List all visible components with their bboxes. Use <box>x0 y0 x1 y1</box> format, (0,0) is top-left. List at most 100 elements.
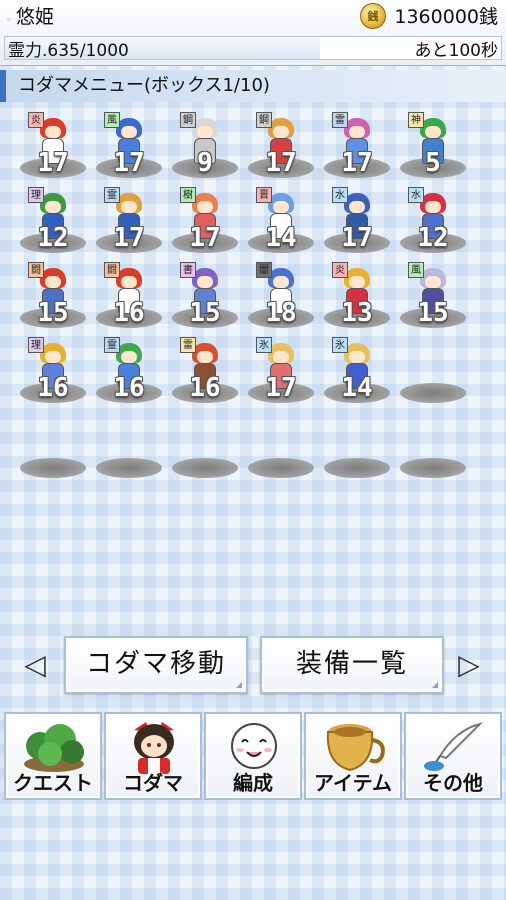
kodama-slot[interactable]: 雷 17 <box>322 112 392 182</box>
element-badge: 鋼 <box>180 112 196 128</box>
kodama-slot[interactable]: 氷 14 <box>322 337 392 407</box>
element-badge: 雷 <box>332 112 348 128</box>
prev-page-arrow[interactable]: ◁ <box>22 645 48 685</box>
empty-slot[interactable] <box>170 412 240 482</box>
coin-icon: 銭 <box>360 3 386 29</box>
nav-item-label: アイテム <box>314 771 392 795</box>
kodama-level: 14 <box>265 223 297 253</box>
kodama-slot[interactable]: 闇 18 <box>246 262 316 332</box>
element-badge: 書 <box>180 262 196 278</box>
kodama-slot[interactable]: 理 12 <box>18 187 88 257</box>
element-badge: 晋 <box>256 187 272 203</box>
slot-shadow <box>400 458 466 478</box>
kodama-slot[interactable]: 水 17 <box>322 187 392 257</box>
slot-shadow <box>324 458 390 478</box>
kodama-slot[interactable]: 書 15 <box>170 262 240 332</box>
slot-shadow <box>248 458 314 478</box>
move-kodama-button[interactable]: コダマ移動 <box>64 636 248 694</box>
kodama-slot[interactable]: 理 16 <box>18 337 88 407</box>
player-name: ◦ 悠姫 <box>6 2 54 29</box>
kodama-face <box>273 276 289 288</box>
kodama-face <box>45 351 61 363</box>
element-badge: 風 <box>104 112 120 128</box>
nav-other-button[interactable]: その他 <box>404 712 502 800</box>
kodama-level: 17 <box>189 223 221 253</box>
kodama-slot[interactable]: 樹 17 <box>170 187 240 257</box>
empty-slot[interactable] <box>246 412 316 482</box>
kodama-slot[interactable]: 霊 17 <box>94 187 164 257</box>
nav-quest-button[interactable]: クエスト <box>4 712 102 800</box>
element-badge: 闘 <box>28 262 44 278</box>
nav-other-label: その他 <box>423 771 483 795</box>
empty-slot[interactable] <box>322 412 392 482</box>
pot-icon <box>326 724 385 772</box>
kodama-face <box>197 126 213 138</box>
kodama-level: 16 <box>113 298 145 328</box>
kodama-slot[interactable]: 炎 17 <box>18 112 88 182</box>
kodama-slot[interactable]: 霊 16 <box>94 337 164 407</box>
element-badge: 風 <box>408 262 424 278</box>
kodama-face <box>349 276 365 288</box>
stamina-row: 霊力.635/1000 あと100秒 <box>0 32 506 62</box>
kodama-slot[interactable]: 闘 16 <box>94 262 164 332</box>
kodama-face <box>425 201 441 213</box>
empty-slot[interactable] <box>398 412 468 482</box>
kodama-level: 9 <box>197 148 213 178</box>
nav-quest-label: クエスト <box>13 771 93 795</box>
kodama-level: 5 <box>425 148 441 178</box>
kodama-face <box>425 276 441 288</box>
kodama-level: 17 <box>113 223 145 253</box>
kodama-slot[interactable]: 炎 13 <box>322 262 392 332</box>
element-badge: 鋼 <box>256 112 272 128</box>
bullet-icon: ◦ <box>6 15 12 26</box>
kodama-face <box>45 126 61 138</box>
kodama-slot[interactable]: 氷 17 <box>246 337 316 407</box>
kodama-level: 16 <box>189 373 221 403</box>
kodama-slot[interactable]: 闘 15 <box>18 262 88 332</box>
kodama-slot[interactable]: 晋 14 <box>246 187 316 257</box>
slot-shadow <box>400 383 466 403</box>
kodama-level: 16 <box>37 373 69 403</box>
equipment-list-button[interactable]: 装備一覧 <box>260 636 444 694</box>
kodama-face <box>349 126 365 138</box>
kodama-slot[interactable]: 鋼9 <box>170 112 240 182</box>
money-amount: 1360000銭 <box>394 6 498 28</box>
kodama-level: 17 <box>265 148 297 178</box>
empty-slot[interactable] <box>398 337 468 407</box>
kodama-face <box>197 276 213 288</box>
kodama-face <box>197 201 213 213</box>
element-badge: 水 <box>408 187 424 203</box>
kodama-face <box>349 201 365 213</box>
nav-formation-button[interactable]: 編成 <box>204 712 302 800</box>
kodama-slot[interactable]: 鋼 17 <box>246 112 316 182</box>
next-page-arrow[interactable]: ▷ <box>456 645 482 685</box>
empty-slot[interactable] <box>94 412 164 482</box>
kodama-level: 17 <box>265 373 297 403</box>
kodama-level: 17 <box>37 148 69 178</box>
kodama-face <box>273 126 289 138</box>
stamina-label: 霊力.635/1000 <box>8 41 129 61</box>
empty-slot[interactable] <box>18 412 88 482</box>
element-badge: 樹 <box>180 187 196 203</box>
kodama-face <box>45 201 61 213</box>
nav-item-button[interactable]: アイテム <box>304 712 402 800</box>
kodama-level: 18 <box>265 298 297 328</box>
kodama-slot[interactable]: 雷 16 <box>170 337 240 407</box>
element-badge: 理 <box>28 337 44 353</box>
element-badge: 氷 <box>332 337 348 353</box>
kodama-slot[interactable]: 風 17 <box>94 112 164 182</box>
kodama-face <box>273 351 289 363</box>
element-badge: 闘 <box>104 262 120 278</box>
element-badge: 炎 <box>332 262 348 278</box>
kodama-level: 15 <box>37 298 69 328</box>
kodama-face <box>121 201 137 213</box>
kodama-level: 13 <box>341 298 373 328</box>
quill-icon <box>424 722 484 771</box>
nav-kodama-button[interactable]: コダマ <box>104 712 202 800</box>
kodama-slot[interactable]: 神5 <box>398 112 468 182</box>
element-badge: 炎 <box>28 112 44 128</box>
slot-shadow <box>20 458 86 478</box>
kodama-slot[interactable]: 風 15 <box>398 262 468 332</box>
kodama-level: 17 <box>341 148 373 178</box>
kodama-slot[interactable]: 水 12 <box>398 187 468 257</box>
